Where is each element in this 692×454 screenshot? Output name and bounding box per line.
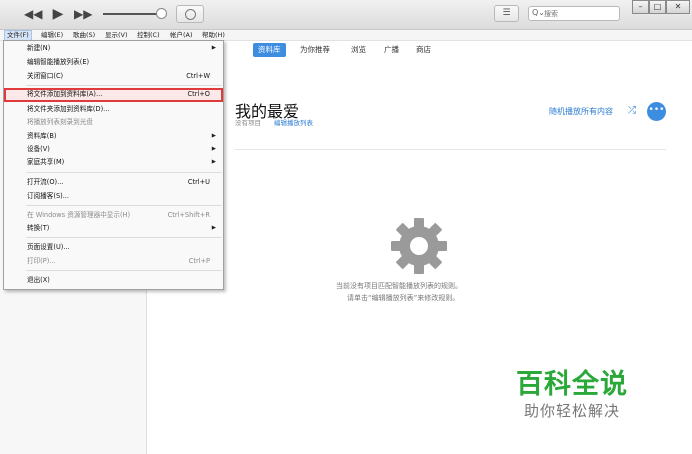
submenu-arrow-icon: ▶ xyxy=(211,45,216,51)
previous-track-icon[interactable]: ◀◀ xyxy=(24,7,42,21)
volume-knob[interactable] xyxy=(156,8,167,19)
menu-separator xyxy=(26,172,222,173)
shuffle-all-link[interactable]: 随机播放所有内容 xyxy=(549,106,613,117)
submenu-arrow-icon: ▶ xyxy=(211,159,216,165)
player-bar: ◀◀ ▶ ▶▶ ☰ Q⌄ – □ ✕ xyxy=(0,0,692,30)
submenu-arrow-icon: ▶ xyxy=(211,133,216,139)
tab-for-you[interactable]: 为你推荐 xyxy=(300,43,330,57)
empty-state-line-2: 请单击“编辑播放列表”来修改规则。 xyxy=(347,294,460,302)
search-input[interactable] xyxy=(544,8,616,19)
menu-item-print: 打印(P)... Ctrl+P xyxy=(27,257,210,265)
restore-button[interactable]: □ xyxy=(649,0,666,14)
menu-item-open-stream[interactable]: 打开流(O)... Ctrl+U xyxy=(4,176,223,188)
menu-item-edit-smart-playlist[interactable]: 编辑智能播放列表(E) xyxy=(4,56,223,68)
menu-item-close-window[interactable]: 关闭窗口(C) Ctrl+W xyxy=(4,70,223,82)
menu-item-add-file-to-library[interactable]: 将文件添加到资料库(A)... Ctrl+O xyxy=(4,88,223,102)
submenu-arrow-icon: ▶ xyxy=(211,225,216,231)
airplay-button[interactable] xyxy=(176,5,204,23)
tab-store[interactable]: 商店 xyxy=(416,43,431,57)
menu-separator xyxy=(26,85,222,86)
window-controls: – □ ✕ xyxy=(632,0,690,14)
tab-radio[interactable]: 广播 xyxy=(384,43,399,57)
submenu-arrow-icon: ▶ xyxy=(211,146,216,152)
volume-slider[interactable] xyxy=(103,13,161,15)
airplay-icon xyxy=(185,9,196,20)
watermark-subtitle: 助你轻松解决 xyxy=(524,402,621,420)
more-options-button[interactable]: ••• xyxy=(647,102,666,121)
menu-item-exit[interactable]: 退出(X) xyxy=(4,274,223,286)
menu-item-add-folder-to-library[interactable]: 将文件夹添加到资料库(D)... xyxy=(4,103,223,115)
menu-item-convert[interactable]: 转换(T) ▶ xyxy=(4,222,223,234)
shuffle-icon[interactable]: ⤮ xyxy=(628,105,636,116)
edit-playlist-link[interactable]: 编辑播放列表 xyxy=(274,117,313,127)
minimize-button[interactable]: – xyxy=(632,0,649,14)
menu-separator xyxy=(26,237,222,238)
menu-item-subscribe-podcast[interactable]: 订阅播客(S)... xyxy=(4,190,223,202)
play-icon[interactable]: ▶ xyxy=(50,7,66,21)
up-next-list-button[interactable]: ☰ xyxy=(494,5,519,22)
next-track-icon[interactable]: ▶▶ xyxy=(74,7,92,21)
search-box[interactable]: Q⌄ xyxy=(528,6,620,21)
file-menu-dropdown: 新建(N) ▶ 编辑智能播放列表(E) 关闭窗口(C) Ctrl+W 将文件添加… xyxy=(3,40,224,290)
playlist-item-count: 没有项目 xyxy=(235,119,261,127)
menu-item-devices[interactable]: 设备(V) ▶ xyxy=(4,143,223,155)
menu-item-new[interactable]: 新建(N) ▶ xyxy=(4,42,223,54)
menu-item-burn-playlist: 将播放列表刻录到光盘 xyxy=(27,118,93,126)
menu-separator xyxy=(26,205,222,206)
gear-icon xyxy=(391,218,447,274)
watermark-title: 百科全说 xyxy=(516,369,628,400)
tab-library[interactable]: 资料库 xyxy=(253,43,286,57)
menu-separator xyxy=(26,270,222,271)
header-divider xyxy=(235,149,666,150)
menu-item-library[interactable]: 资料库(B) ▶ xyxy=(4,130,223,142)
menu-item-home-sharing[interactable]: 家庭共享(M) ▶ xyxy=(4,156,223,168)
tab-browse[interactable]: 浏览 xyxy=(351,43,366,57)
empty-state-line-1: 当前没有项目匹配智能播放列表的规则。 xyxy=(336,282,462,290)
close-button[interactable]: ✕ xyxy=(666,0,690,14)
menu-item-page-setup[interactable]: 页面设置(U)... xyxy=(4,241,223,253)
menu-item-show-in-explorer: 在 Windows 资源管理器中显示(H) Ctrl+Shift+R xyxy=(27,211,210,219)
